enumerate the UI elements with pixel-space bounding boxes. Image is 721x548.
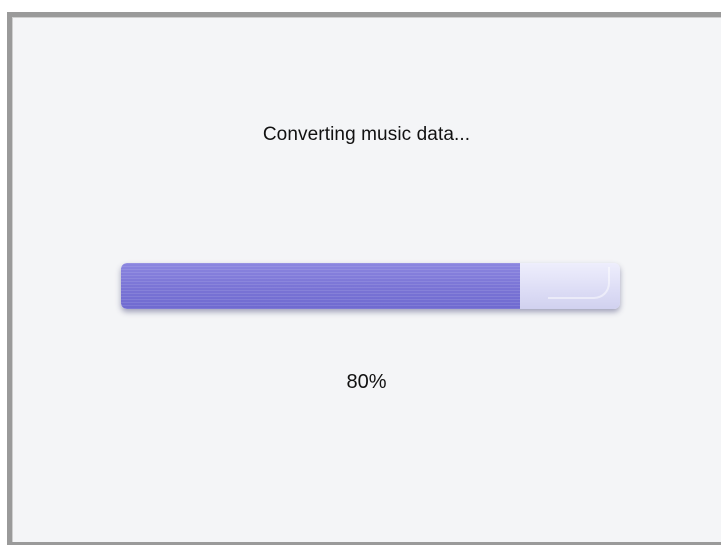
progress-bar bbox=[121, 263, 620, 309]
progress-percent-label: 80% bbox=[346, 371, 387, 393]
progress-bar-fill bbox=[121, 263, 521, 309]
status-message: Converting music data... bbox=[262, 124, 471, 145]
progress-dialog: Converting music data... 80% bbox=[7, 12, 721, 545]
